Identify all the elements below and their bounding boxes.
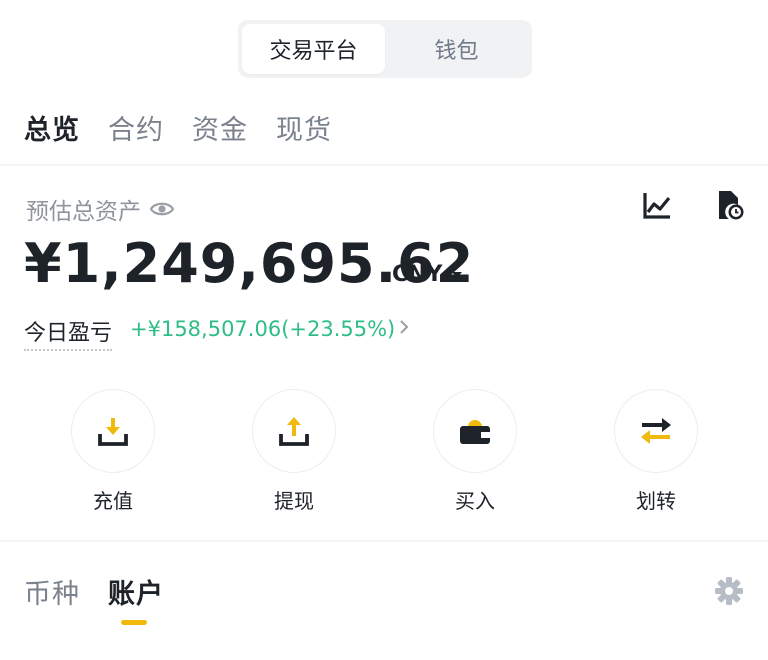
withdraw-label: 提现 <box>274 489 314 513</box>
chart-icon[interactable] <box>642 190 672 224</box>
platform-switch: 交易平台 钱包 <box>238 20 532 78</box>
account-tabs: 总览 合约 资金 现货 <box>24 108 332 147</box>
deposit-icon <box>96 414 130 448</box>
eye-icon[interactable] <box>149 199 175 219</box>
buy-icon <box>457 414 493 448</box>
active-tab-indicator <box>121 620 147 625</box>
today-pnl-value: +¥158,507.06(+23.55%) <box>130 317 396 341</box>
settings-gear-icon[interactable] <box>714 576 744 610</box>
deposit-button[interactable] <box>71 389 155 473</box>
segment-trading-platform[interactable]: 交易平台 <box>242 24 385 74</box>
tab-coins[interactable]: 币种 <box>24 572 80 611</box>
asset-list-tabs: 币种 账户 <box>24 572 164 611</box>
divider <box>0 164 768 166</box>
buy-button[interactable] <box>433 389 517 473</box>
transfer-button[interactable] <box>614 389 698 473</box>
withdraw-button[interactable] <box>252 389 336 473</box>
history-icon[interactable] <box>716 189 744 225</box>
divider <box>0 540 768 542</box>
tab-futures[interactable]: 合约 <box>108 108 164 147</box>
transfer-label: 划转 <box>636 489 676 513</box>
transfer-icon <box>638 414 674 448</box>
estimated-assets-label: 预估总资产 <box>26 192 175 226</box>
tab-accounts[interactable]: 账户 <box>108 572 164 611</box>
deposit-label: 充值 <box>93 489 133 513</box>
caret-down-icon <box>451 271 463 279</box>
deposit-action: 充值 <box>71 389 155 514</box>
segment-wallet[interactable]: 钱包 <box>385 24 528 74</box>
withdraw-action: 提现 <box>252 389 336 514</box>
tab-funding[interactable]: 资金 <box>192 108 248 147</box>
buy-action: 买入 <box>433 389 517 514</box>
withdraw-icon <box>277 414 311 448</box>
today-pnl-label[interactable]: 今日盈亏 <box>24 315 113 351</box>
tab-overview[interactable]: 总览 <box>24 108 80 147</box>
tab-spot[interactable]: 现货 <box>276 108 332 147</box>
buy-label: 买入 <box>455 489 495 513</box>
chevron-right-icon[interactable] <box>398 318 410 340</box>
currency-selector[interactable]: CNY <box>392 262 463 287</box>
currency-label: CNY <box>392 262 443 287</box>
asset-label-text: 预估总资产 <box>26 199 141 225</box>
transfer-action: 划转 <box>614 389 698 514</box>
